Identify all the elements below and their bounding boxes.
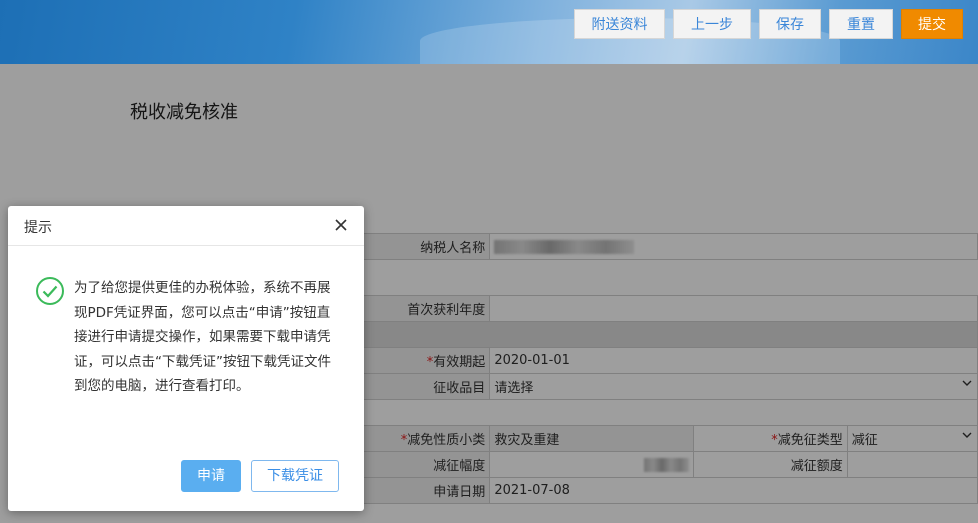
apply-button[interactable]: 申请 [181, 460, 241, 492]
dialog-header: 提示 [8, 206, 364, 246]
dialog-title: 提示 [24, 220, 52, 236]
header-banner: 附送资料 上一步 保存 重置 提交 [0, 0, 978, 64]
dialog-message: 为了给您提供更佳的办税体验，系统不再展现PDF凭证界面，您可以点击“申请”按钮直… [74, 280, 331, 394]
reset-button[interactable]: 重置 [829, 9, 893, 39]
check-circle-icon [35, 276, 65, 306]
close-icon[interactable] [332, 216, 350, 234]
save-button[interactable]: 保存 [759, 9, 821, 39]
notice-dialog: 提示 为了给您提供更佳的办税体验，系统不再展现PDF凭证界面，您可以点击“申请”… [8, 206, 364, 511]
download-certificate-button[interactable]: 下载凭证 [251, 460, 339, 492]
previous-step-button[interactable]: 上一步 [673, 9, 751, 39]
attach-materials-button[interactable]: 附送资料 [574, 9, 665, 39]
submit-button[interactable]: 提交 [901, 9, 963, 39]
